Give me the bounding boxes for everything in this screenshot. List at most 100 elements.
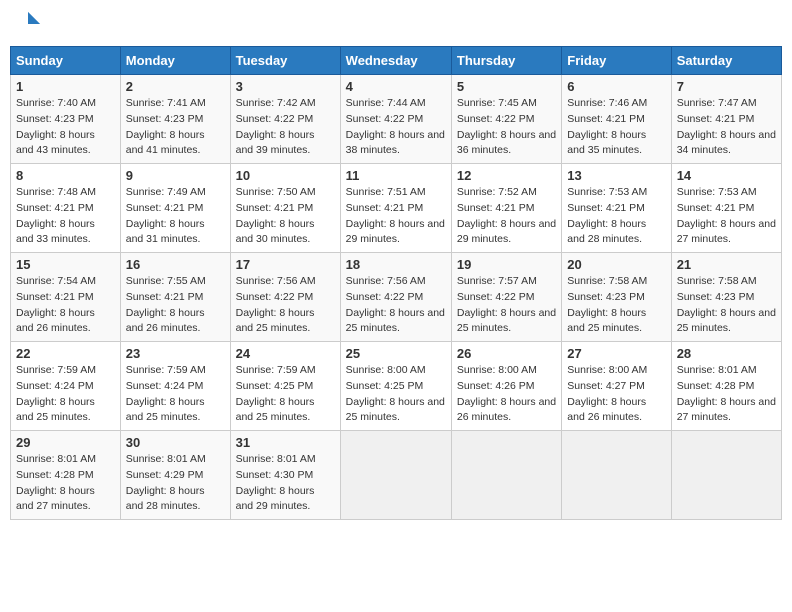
calendar-day-cell: 10 Sunrise: 7:50 AMSunset: 4:21 PMDaylig… <box>230 164 340 253</box>
day-info: Sunrise: 8:00 AMSunset: 4:26 PMDaylight:… <box>457 363 556 426</box>
calendar-table: SundayMondayTuesdayWednesdayThursdayFrid… <box>10 46 782 520</box>
calendar-day-cell: 15 Sunrise: 7:54 AMSunset: 4:21 PMDaylig… <box>11 253 121 342</box>
page-header <box>10 10 782 38</box>
calendar-day-cell: 18 Sunrise: 7:56 AMSunset: 4:22 PMDaylig… <box>340 253 451 342</box>
calendar-day-cell: 30 Sunrise: 8:01 AMSunset: 4:29 PMDaylig… <box>120 431 230 520</box>
day-info: Sunrise: 7:59 AMSunset: 4:24 PMDaylight:… <box>16 363 115 426</box>
calendar-day-cell: 29 Sunrise: 8:01 AMSunset: 4:28 PMDaylig… <box>11 431 121 520</box>
weekday-header: Tuesday <box>230 47 340 75</box>
weekday-header: Wednesday <box>340 47 451 75</box>
calendar-week-row: 29 Sunrise: 8:01 AMSunset: 4:28 PMDaylig… <box>11 431 782 520</box>
day-info: Sunrise: 8:00 AMSunset: 4:25 PMDaylight:… <box>346 363 446 426</box>
day-number: 30 <box>126 435 225 450</box>
day-info: Sunrise: 7:59 AMSunset: 4:24 PMDaylight:… <box>126 363 225 426</box>
calendar-day-cell: 11 Sunrise: 7:51 AMSunset: 4:21 PMDaylig… <box>340 164 451 253</box>
day-number: 15 <box>16 257 115 272</box>
day-number: 10 <box>236 168 335 183</box>
day-info: Sunrise: 7:59 AMSunset: 4:25 PMDaylight:… <box>236 363 335 426</box>
calendar-day-cell: 31 Sunrise: 8:01 AMSunset: 4:30 PMDaylig… <box>230 431 340 520</box>
day-number: 3 <box>236 79 335 94</box>
day-number: 12 <box>457 168 556 183</box>
calendar-day-cell: 17 Sunrise: 7:56 AMSunset: 4:22 PMDaylig… <box>230 253 340 342</box>
day-number: 18 <box>346 257 446 272</box>
calendar-day-cell: 24 Sunrise: 7:59 AMSunset: 4:25 PMDaylig… <box>230 342 340 431</box>
day-info: Sunrise: 8:01 AMSunset: 4:29 PMDaylight:… <box>126 452 225 515</box>
day-number: 2 <box>126 79 225 94</box>
day-number: 31 <box>236 435 335 450</box>
calendar-day-cell: 13 Sunrise: 7:53 AMSunset: 4:21 PMDaylig… <box>562 164 671 253</box>
day-info: Sunrise: 7:40 AMSunset: 4:23 PMDaylight:… <box>16 96 115 159</box>
day-info: Sunrise: 7:58 AMSunset: 4:23 PMDaylight:… <box>567 274 665 337</box>
day-info: Sunrise: 7:48 AMSunset: 4:21 PMDaylight:… <box>16 185 115 248</box>
calendar-day-cell <box>671 431 781 520</box>
day-number: 6 <box>567 79 665 94</box>
calendar-week-row: 15 Sunrise: 7:54 AMSunset: 4:21 PMDaylig… <box>11 253 782 342</box>
calendar-day-cell: 12 Sunrise: 7:52 AMSunset: 4:21 PMDaylig… <box>451 164 561 253</box>
calendar-day-cell: 20 Sunrise: 7:58 AMSunset: 4:23 PMDaylig… <box>562 253 671 342</box>
day-number: 13 <box>567 168 665 183</box>
day-number: 17 <box>236 257 335 272</box>
weekday-header: Thursday <box>451 47 561 75</box>
calendar-day-cell: 6 Sunrise: 7:46 AMSunset: 4:21 PMDayligh… <box>562 75 671 164</box>
calendar-day-cell: 27 Sunrise: 8:00 AMSunset: 4:27 PMDaylig… <box>562 342 671 431</box>
calendar-week-row: 1 Sunrise: 7:40 AMSunset: 4:23 PMDayligh… <box>11 75 782 164</box>
day-number: 8 <box>16 168 115 183</box>
day-number: 21 <box>677 257 776 272</box>
day-number: 25 <box>346 346 446 361</box>
calendar-day-cell: 26 Sunrise: 8:00 AMSunset: 4:26 PMDaylig… <box>451 342 561 431</box>
day-number: 27 <box>567 346 665 361</box>
calendar-day-cell: 21 Sunrise: 7:58 AMSunset: 4:23 PMDaylig… <box>671 253 781 342</box>
day-number: 5 <box>457 79 556 94</box>
day-info: Sunrise: 7:45 AMSunset: 4:22 PMDaylight:… <box>457 96 556 159</box>
day-number: 16 <box>126 257 225 272</box>
calendar-day-cell: 9 Sunrise: 7:49 AMSunset: 4:21 PMDayligh… <box>120 164 230 253</box>
calendar-week-row: 22 Sunrise: 7:59 AMSunset: 4:24 PMDaylig… <box>11 342 782 431</box>
day-number: 11 <box>346 168 446 183</box>
day-number: 28 <box>677 346 776 361</box>
day-info: Sunrise: 7:56 AMSunset: 4:22 PMDaylight:… <box>346 274 446 337</box>
weekday-header: Sunday <box>11 47 121 75</box>
calendar-week-row: 8 Sunrise: 7:48 AMSunset: 4:21 PMDayligh… <box>11 164 782 253</box>
calendar-day-cell: 28 Sunrise: 8:01 AMSunset: 4:28 PMDaylig… <box>671 342 781 431</box>
day-info: Sunrise: 8:01 AMSunset: 4:28 PMDaylight:… <box>16 452 115 515</box>
calendar-day-cell: 4 Sunrise: 7:44 AMSunset: 4:22 PMDayligh… <box>340 75 451 164</box>
day-number: 26 <box>457 346 556 361</box>
day-info: Sunrise: 7:47 AMSunset: 4:21 PMDaylight:… <box>677 96 776 159</box>
day-info: Sunrise: 7:46 AMSunset: 4:21 PMDaylight:… <box>567 96 665 159</box>
day-info: Sunrise: 8:00 AMSunset: 4:27 PMDaylight:… <box>567 363 665 426</box>
day-number: 9 <box>126 168 225 183</box>
day-info: Sunrise: 7:55 AMSunset: 4:21 PMDaylight:… <box>126 274 225 337</box>
calendar-day-cell: 16 Sunrise: 7:55 AMSunset: 4:21 PMDaylig… <box>120 253 230 342</box>
calendar-day-cell: 14 Sunrise: 7:53 AMSunset: 4:21 PMDaylig… <box>671 164 781 253</box>
day-number: 14 <box>677 168 776 183</box>
weekday-header: Monday <box>120 47 230 75</box>
logo <box>14 10 46 38</box>
day-number: 19 <box>457 257 556 272</box>
calendar-day-cell <box>451 431 561 520</box>
day-info: Sunrise: 8:01 AMSunset: 4:30 PMDaylight:… <box>236 452 335 515</box>
day-info: Sunrise: 7:58 AMSunset: 4:23 PMDaylight:… <box>677 274 776 337</box>
day-number: 24 <box>236 346 335 361</box>
day-number: 20 <box>567 257 665 272</box>
day-info: Sunrise: 7:50 AMSunset: 4:21 PMDaylight:… <box>236 185 335 248</box>
day-number: 23 <box>126 346 225 361</box>
day-info: Sunrise: 8:01 AMSunset: 4:28 PMDaylight:… <box>677 363 776 426</box>
day-info: Sunrise: 7:56 AMSunset: 4:22 PMDaylight:… <box>236 274 335 337</box>
calendar-day-cell: 3 Sunrise: 7:42 AMSunset: 4:22 PMDayligh… <box>230 75 340 164</box>
calendar-day-cell: 8 Sunrise: 7:48 AMSunset: 4:21 PMDayligh… <box>11 164 121 253</box>
day-info: Sunrise: 7:41 AMSunset: 4:23 PMDaylight:… <box>126 96 225 159</box>
calendar-day-cell: 19 Sunrise: 7:57 AMSunset: 4:22 PMDaylig… <box>451 253 561 342</box>
weekday-header-row: SundayMondayTuesdayWednesdayThursdayFrid… <box>11 47 782 75</box>
calendar-day-cell: 7 Sunrise: 7:47 AMSunset: 4:21 PMDayligh… <box>671 75 781 164</box>
calendar-day-cell: 25 Sunrise: 8:00 AMSunset: 4:25 PMDaylig… <box>340 342 451 431</box>
weekday-header: Saturday <box>671 47 781 75</box>
day-number: 22 <box>16 346 115 361</box>
calendar-day-cell: 2 Sunrise: 7:41 AMSunset: 4:23 PMDayligh… <box>120 75 230 164</box>
day-info: Sunrise: 7:44 AMSunset: 4:22 PMDaylight:… <box>346 96 446 159</box>
day-info: Sunrise: 7:54 AMSunset: 4:21 PMDaylight:… <box>16 274 115 337</box>
calendar-day-cell <box>340 431 451 520</box>
day-number: 1 <box>16 79 115 94</box>
day-info: Sunrise: 7:52 AMSunset: 4:21 PMDaylight:… <box>457 185 556 248</box>
day-number: 7 <box>677 79 776 94</box>
calendar-day-cell <box>562 431 671 520</box>
